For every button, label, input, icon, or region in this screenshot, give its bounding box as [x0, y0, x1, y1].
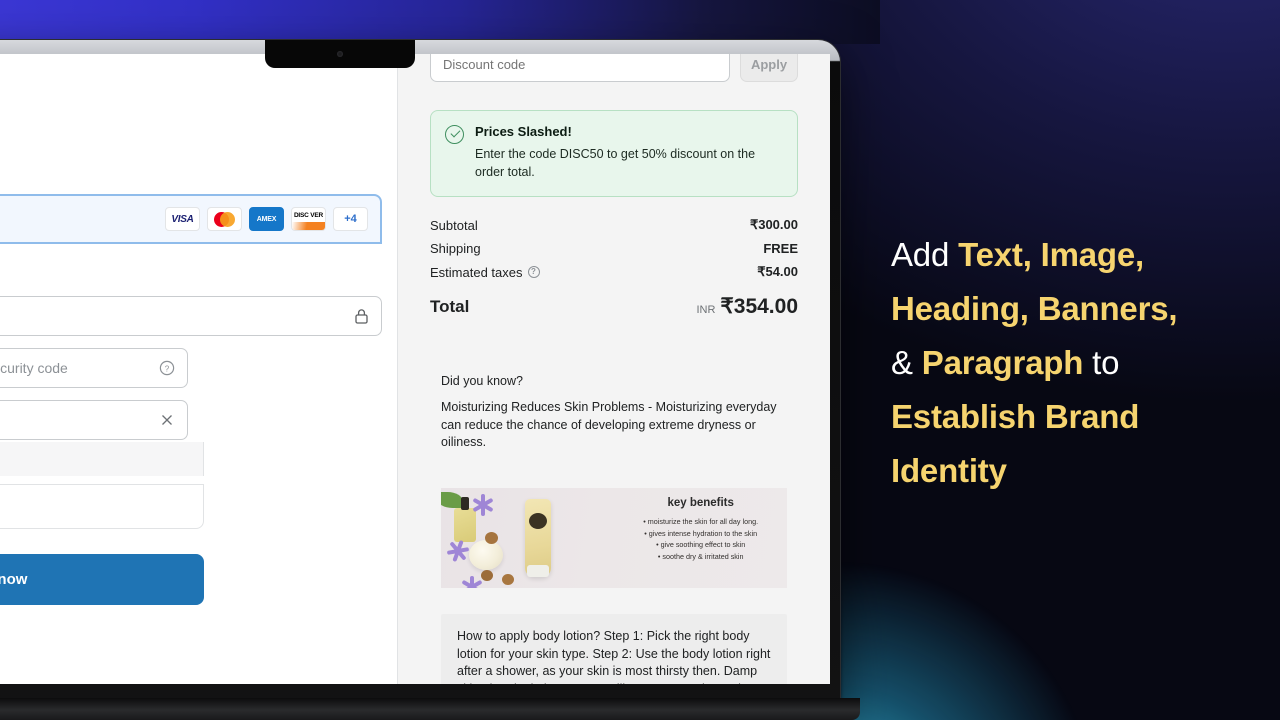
lotion-tube-decoration	[525, 499, 552, 577]
taxes-label: Estimated taxes	[430, 264, 523, 280]
totals-row-total: Total INR ₹354.00	[430, 284, 798, 323]
key-benefits-text: key benefits • moisturize the skin for a…	[624, 488, 787, 588]
camera-icon	[337, 51, 343, 57]
laptop-screen: re and encrypted. VISA AMEX DISC VER +4	[0, 54, 830, 684]
promo-headline-accent-5: Identity	[891, 452, 1007, 489]
did-you-know-block: Did you know? Moisturizing Reduces Skin …	[441, 374, 787, 452]
amex-icon: AMEX	[249, 207, 284, 231]
discover-icon: DISC VER	[291, 207, 326, 231]
use-shipping-as-billing-row[interactable]: dress as billing address	[0, 442, 204, 476]
subtotal-value: ₹300.00	[749, 217, 798, 232]
lock-icon	[355, 309, 368, 324]
totals-row-shipping: Shipping FREE	[430, 237, 798, 260]
shea-nut-decoration-1	[485, 532, 498, 544]
pay-now-button[interactable]: Pay now	[0, 554, 204, 605]
check-circle-icon	[445, 125, 464, 144]
totals-row-taxes: Estimated taxes ? ₹54.00	[430, 260, 798, 284]
how-to-apply-block: How to apply body lotion? Step 1: Pick t…	[441, 614, 787, 684]
security-code-placeholder: Security code	[0, 360, 68, 376]
close-icon[interactable]	[159, 412, 175, 428]
order-summary-column: Apply Prices Slashed! Enter the code DIS…	[397, 54, 830, 684]
payment-column: re and encrypted. VISA AMEX DISC VER +4	[0, 54, 397, 684]
prices-slashed-banner: Prices Slashed! Enter the code DISC50 to…	[430, 110, 798, 197]
promo-headline-plain-2: &	[891, 344, 922, 381]
security-code-input[interactable]: Security code ?	[0, 348, 188, 388]
promo-headline-plain-3: to	[1083, 344, 1120, 381]
key-benefits-banner-image: key benefits • moisturize the skin for a…	[441, 488, 787, 588]
shipping-value: FREE	[763, 241, 798, 256]
key-benefit-item-3: • give soothing effect to skin	[656, 540, 746, 549]
how-to-apply-text: How to apply body lotion? Step 1: Pick t…	[457, 629, 771, 684]
key-benefit-item-4: • soothe dry & irritated skin	[657, 551, 744, 561]
taxes-label-wrap: Estimated taxes ?	[430, 265, 540, 280]
promo-headline-accent-4: Establish Brand	[891, 398, 1140, 435]
laptop-mockup: re and encrypted. VISA AMEX DISC VER +4	[0, 40, 860, 720]
banner-body: Enter the code DISC50 to get 50% discoun…	[475, 147, 756, 179]
key-benefit-item-2: • gives intense hydration to the skin	[644, 528, 758, 538]
product-photo	[441, 488, 624, 588]
taxes-value: ₹54.00	[757, 264, 798, 279]
key-benefits-heading: key benefits	[667, 497, 734, 509]
cyan-glow-decoration	[840, 560, 1100, 720]
did-you-know-body: Moisturizing Reduces Skin Problems - Moi…	[441, 400, 777, 449]
flower-decoration-3	[461, 576, 483, 588]
cream-bowl-decoration	[468, 540, 503, 570]
total-currency: INR	[696, 304, 716, 316]
svg-text:?: ?	[165, 364, 170, 373]
discover-swoosh	[292, 222, 325, 230]
card-brand-bar: VISA AMEX DISC VER +4	[0, 194, 382, 244]
laptop-base	[0, 698, 860, 720]
promo-headline: Add Text, Image, Heading, Banners, & Par…	[891, 228, 1263, 498]
discount-code-row: Apply	[430, 54, 798, 82]
visa-icon: VISA	[165, 207, 200, 231]
total-amount: ₹354.00	[720, 295, 798, 318]
banner-title: Prices Slashed!	[475, 124, 572, 139]
promo-headline-accent-3: Paragraph	[921, 344, 1084, 381]
apply-discount-button[interactable]: Apply	[740, 54, 798, 82]
total-label: Total	[430, 296, 470, 316]
flower-decoration-1	[472, 494, 494, 516]
promo-headline-accent-1: Text, Image,	[958, 236, 1144, 273]
key-benefit-item-1: • moisturize the skin for all day long.	[643, 517, 759, 526]
taxes-info-icon[interactable]: ?	[527, 266, 540, 278]
shea-nut-decoration-3	[501, 574, 514, 585]
did-you-know-title: Did you know?	[441, 374, 523, 388]
totals-section: Subtotal ₹300.00 Shipping FREE Estimated…	[430, 213, 798, 323]
laptop-camera-notch	[265, 40, 415, 68]
subtotal-label: Subtotal	[430, 217, 478, 233]
shipping-label: Shipping	[430, 241, 481, 256]
help-circle-icon[interactable]: ?	[159, 360, 175, 376]
name-on-card-input[interactable]	[0, 400, 188, 440]
promo-headline-accent-2: Heading, Banners,	[891, 290, 1178, 327]
discount-code-input[interactable]	[430, 54, 730, 82]
flower-decoration-2	[446, 539, 469, 563]
leaf-decoration	[441, 492, 464, 508]
cash-on-delivery-row[interactable]: (COD)	[0, 484, 204, 529]
promo-headline-plain-1: Add	[891, 236, 959, 273]
total-value-wrap: INR ₹354.00	[696, 294, 798, 319]
more-card-brands-badge[interactable]: +4	[333, 207, 368, 231]
mastercard-icon	[207, 207, 242, 231]
top-blue-gradient-strip	[0, 0, 880, 44]
discover-label: DISC VER	[293, 212, 324, 219]
totals-row-subtotal: Subtotal ₹300.00	[430, 213, 798, 237]
card-number-input[interactable]	[0, 296, 382, 336]
